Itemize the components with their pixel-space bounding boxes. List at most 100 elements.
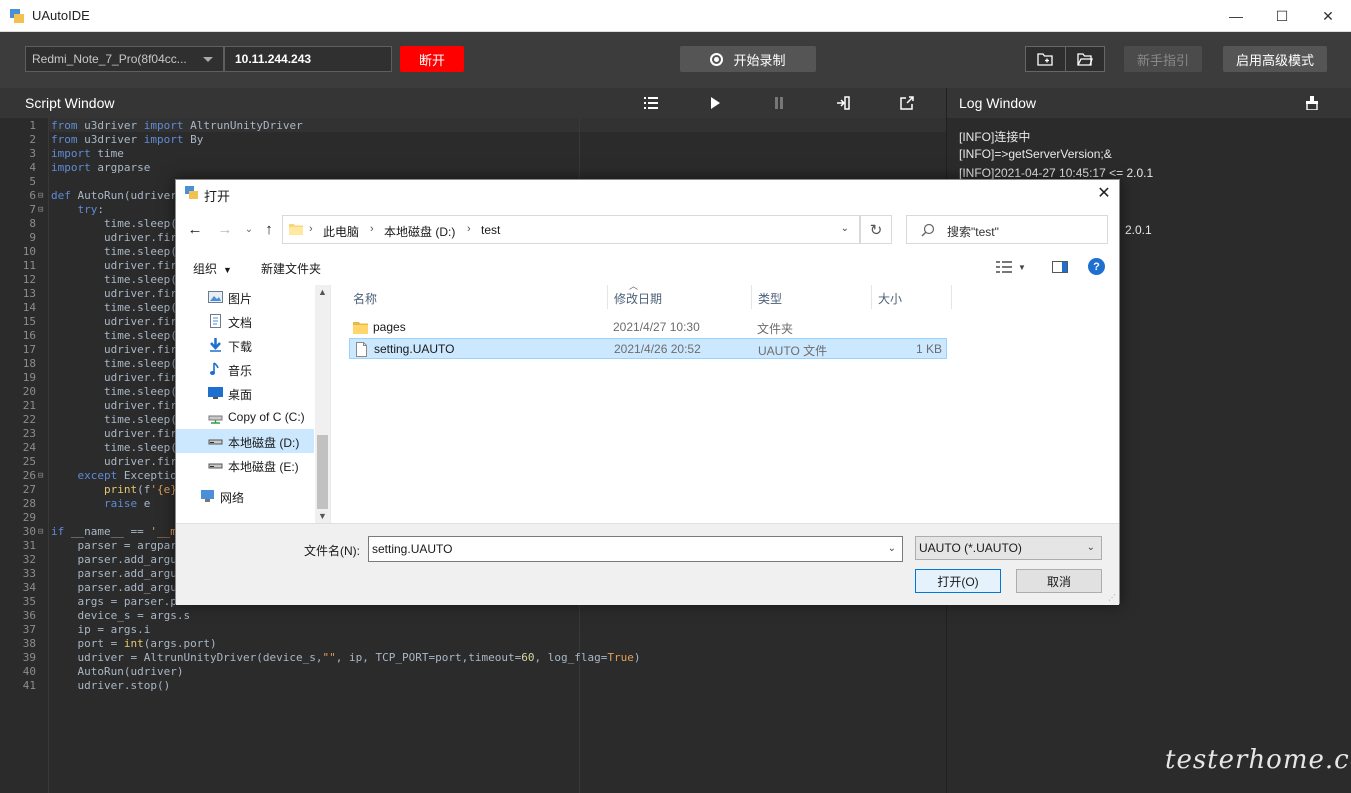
refresh-button[interactable]: ↻ — [860, 215, 892, 244]
chevron-right-icon: › — [370, 223, 374, 235]
navigation-scrollbar[interactable]: ▲ ▼ — [315, 285, 330, 523]
clear-log-icon[interactable] — [1303, 94, 1321, 112]
line-number: 39 — [22, 651, 36, 664]
dialog-close-button[interactable]: ✕ — [1089, 180, 1119, 206]
close-window-button[interactable]: ✕ — [1305, 0, 1351, 32]
line-number: 16 — [22, 329, 36, 342]
organize-menu[interactable]: 组织 ▼ — [193, 260, 232, 277]
network-drive-icon — [208, 415, 223, 424]
line-number: 30 — [22, 525, 36, 538]
column-header-type[interactable]: 类型 — [752, 285, 872, 309]
scrollbar-thumb[interactable] — [317, 435, 328, 509]
code-text: port = int(args.port) — [51, 637, 217, 650]
device-select[interactable]: Redmi_Note_7_Pro(8f04cc... — [25, 46, 224, 72]
help-icon[interactable]: ? — [1088, 258, 1105, 275]
chevron-down-icon[interactable]: ⌄ — [841, 223, 849, 234]
play-icon[interactable] — [706, 94, 724, 112]
command-bar: 组织 ▼ 新建文件夹 ▼ — [176, 252, 1119, 282]
fold-icon[interactable]: ⊟ — [38, 525, 43, 539]
dialog-app-icon — [185, 186, 198, 199]
chevron-down-icon[interactable]: ⌄ — [888, 543, 896, 554]
fold-icon[interactable]: ⊟ — [38, 203, 43, 217]
disconnect-button[interactable]: 断开 — [400, 46, 464, 72]
nav-item-network[interactable]: 网络 — [176, 484, 314, 508]
maximize-button[interactable]: ☐ — [1259, 0, 1305, 32]
dialog-footer: 文件名(N): setting.UAUTO ⌄ UAUTO (*.UAUTO) … — [176, 523, 1119, 605]
ip-input[interactable]: 10.11.244.243 — [224, 46, 392, 72]
breadcrumb-item[interactable]: 此电脑 — [323, 223, 359, 240]
recent-dropdown-icon[interactable]: ⌄ — [240, 220, 258, 238]
minimize-button[interactable]: — — [1213, 0, 1259, 32]
pause-icon[interactable] — [770, 94, 788, 112]
chevron-down-icon[interactable]: ▼ — [318, 511, 327, 521]
gutter-divider — [48, 118, 49, 793]
cancel-button[interactable]: 取消 — [1016, 569, 1102, 593]
up-arrow-icon[interactable]: ↑ — [260, 220, 278, 238]
nav-item-music[interactable]: 音乐 — [176, 357, 314, 381]
export-icon[interactable] — [834, 94, 852, 112]
line-number: 26 — [22, 469, 36, 482]
preview-pane-icon[interactable] — [1052, 259, 1068, 275]
fold-icon[interactable]: ⊟ — [38, 189, 43, 203]
log-line: [INFO]连接中 — [959, 130, 1031, 144]
log-line: 2.0.1 — [1125, 223, 1152, 237]
line-number: 19 — [22, 371, 36, 384]
dialog-title-bar: 打开 ✕ — [176, 180, 1119, 208]
search-placeholder: 搜索"test" — [947, 225, 999, 239]
open-folder-button[interactable] — [1064, 47, 1105, 71]
line-number: 31 — [22, 539, 36, 552]
nav-item-copy-of-c[interactable]: Copy of C (C:) — [176, 405, 314, 429]
code-text: import time — [51, 147, 124, 160]
chevron-down-icon — [203, 57, 213, 62]
guide-button[interactable]: 新手指引 — [1124, 46, 1202, 72]
new-folder-button[interactable] — [1026, 47, 1065, 71]
advanced-mode-button[interactable]: 启用高级模式 — [1223, 46, 1327, 72]
code-text: from u3driver import AltrunUnityDriver — [51, 119, 303, 132]
nav-item-desktop[interactable]: 桌面 — [176, 381, 314, 405]
line-number: 36 — [22, 609, 36, 622]
line-number: 6 — [29, 189, 36, 202]
chevron-up-icon[interactable]: ▲ — [318, 287, 327, 297]
pictures-icon — [208, 291, 223, 303]
record-icon — [710, 52, 724, 66]
back-arrow-icon[interactable]: ← — [186, 220, 204, 238]
music-icon — [210, 362, 219, 375]
file-row[interactable]: pages 2021/4/27 10:30 文件夹 — [349, 317, 947, 338]
nav-item-drive-e[interactable]: 本地磁盘 (E:) — [176, 453, 314, 477]
resize-grip-icon[interactable]: ⋰ — [1108, 593, 1116, 602]
address-bar[interactable]: › 此电脑 › 本地磁盘 (D:) › test ⌄ — [282, 215, 860, 244]
new-folder-command[interactable]: 新建文件夹 — [261, 260, 321, 277]
filetype-select[interactable]: UAUTO (*.UAUTO) ⌄ — [915, 536, 1102, 560]
open-external-icon[interactable] — [898, 94, 916, 112]
column-header-name[interactable]: 名称 — [347, 285, 608, 309]
filename-input[interactable]: setting.UAUTO ⌄ — [368, 536, 903, 562]
nav-item-documents[interactable]: 文档 — [176, 309, 314, 333]
file-row[interactable]: setting.UAUTO 2021/4/26 20:52 UAUTO 文件 1… — [349, 338, 947, 359]
forward-arrow-icon[interactable]: → — [216, 220, 234, 238]
code-text: time.sleep( — [51, 441, 177, 454]
chevron-down-icon: ⌄ — [1086, 542, 1095, 553]
log-window-header: Log Window — [946, 88, 1351, 118]
column-header-date[interactable]: 修改日期 — [608, 285, 752, 309]
fold-icon[interactable]: ⊟ — [38, 469, 43, 483]
line-number: 13 — [22, 287, 36, 300]
line-number: 2 — [29, 133, 36, 146]
nav-item-pictures[interactable]: 图片 — [176, 285, 314, 309]
line-number: 28 — [22, 497, 36, 510]
code-text: from u3driver import By — [51, 133, 204, 146]
code-text: udriver.fir — [51, 231, 177, 244]
search-input[interactable]: 搜索"test" — [906, 215, 1108, 244]
open-button[interactable]: 打开(O) — [915, 569, 1001, 593]
filename-label: 文件名(N): — [304, 544, 360, 558]
line-number: 18 — [22, 357, 36, 370]
code-text: AutoRun(udriver) — [51, 665, 184, 678]
record-button[interactable]: 开始录制 — [680, 46, 816, 72]
watermark: testerhome.com — [1165, 745, 1351, 775]
nav-item-downloads[interactable]: 下载 — [176, 333, 314, 357]
list-icon[interactable] — [642, 94, 660, 112]
breadcrumb-item[interactable]: test — [481, 223, 500, 237]
nav-item-drive-d[interactable]: 本地磁盘 (D:) — [176, 429, 314, 453]
column-header-size[interactable]: 大小 — [872, 285, 952, 309]
view-options-icon[interactable]: ▼ — [996, 259, 1026, 275]
breadcrumb-item[interactable]: 本地磁盘 (D:) — [384, 223, 455, 240]
